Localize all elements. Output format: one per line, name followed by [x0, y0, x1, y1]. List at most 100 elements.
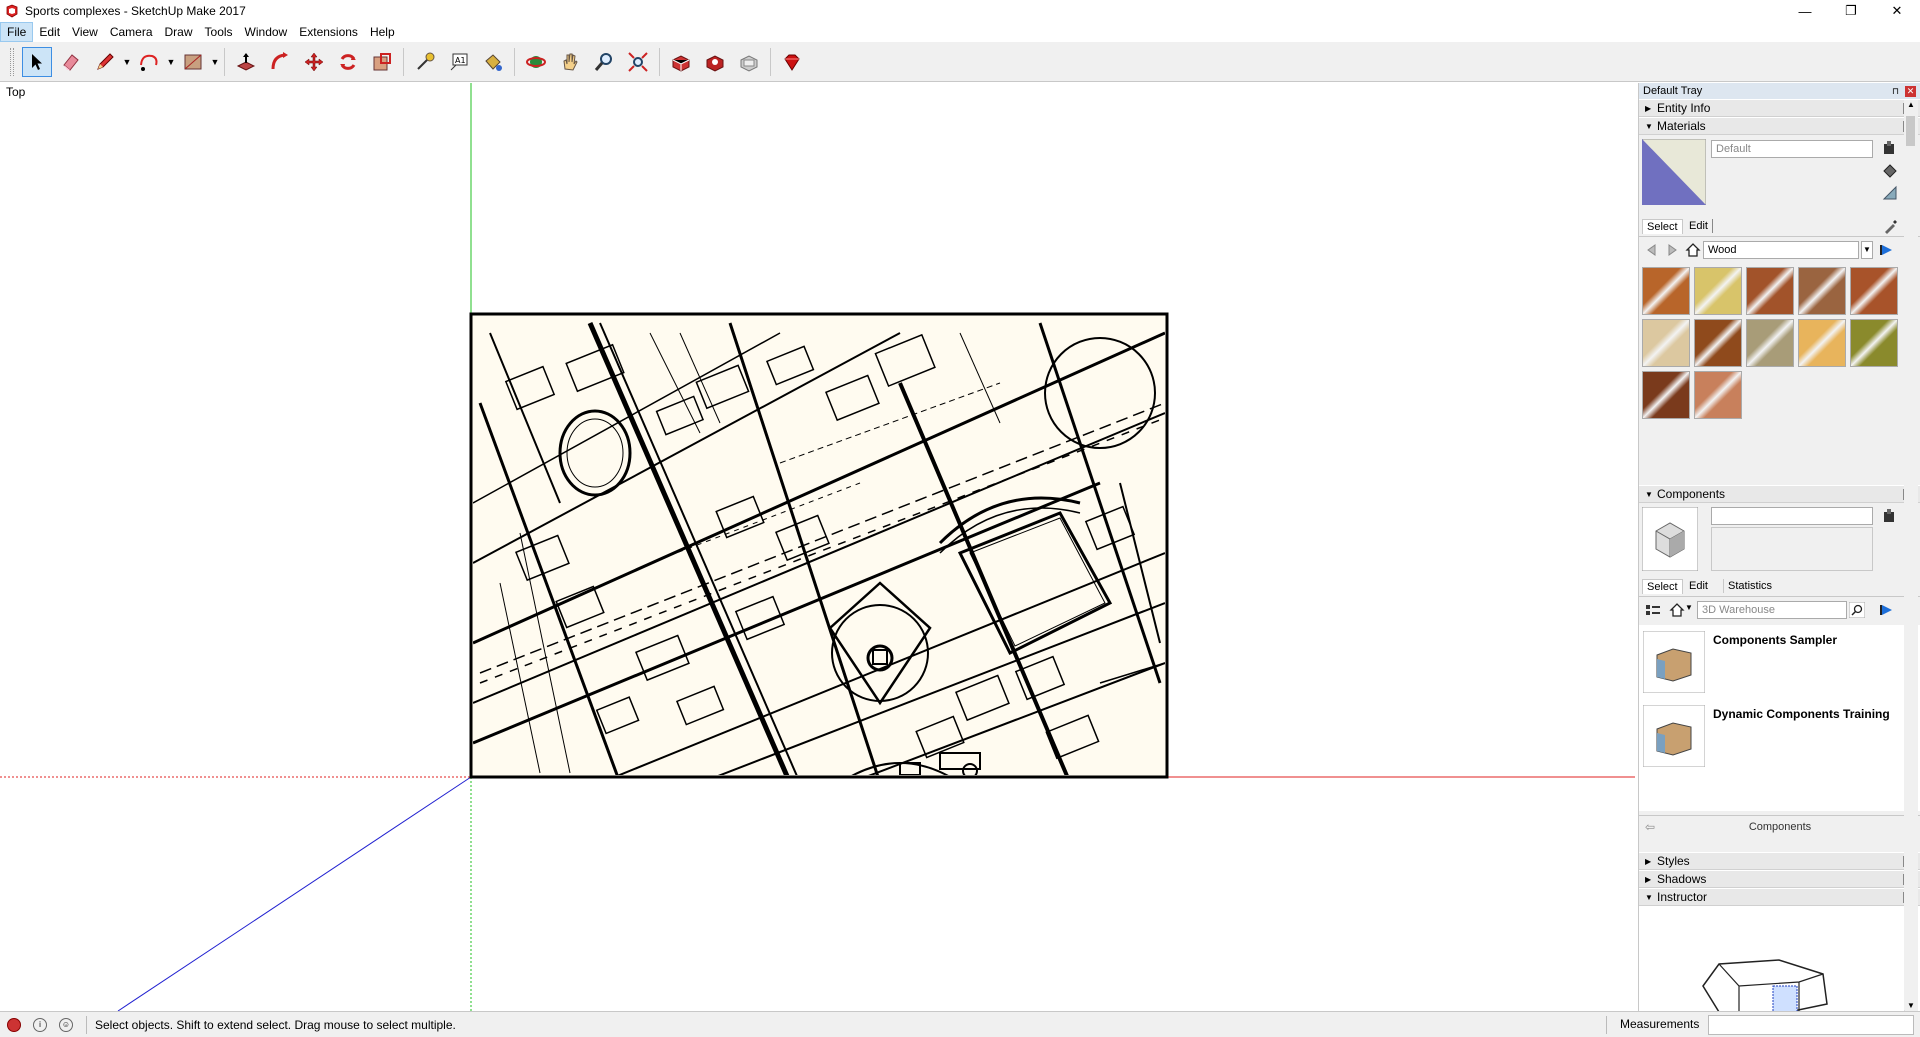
home-icon[interactable] — [1685, 242, 1701, 258]
title-bar: Sports complexes - SketchUp Make 2017 — … — [0, 0, 1920, 22]
materials-tab-select[interactable]: Select — [1642, 219, 1683, 234]
navigation-dropdown-icon[interactable]: ▼ — [1685, 603, 1693, 612]
restore-button[interactable]: ❐ — [1828, 0, 1874, 22]
styles-header[interactable]: ▶ Styles ✕ — [1639, 852, 1920, 870]
component-name-field[interactable] — [1711, 507, 1873, 525]
create-material-icon[interactable] — [1882, 141, 1896, 155]
components-back-icon[interactable]: ⇦ — [1645, 820, 1655, 834]
material-name-field[interactable]: Default — [1711, 140, 1873, 158]
3d-warehouse-button[interactable] — [666, 47, 696, 77]
layout-button[interactable] — [734, 47, 764, 77]
search-icon[interactable] — [1849, 602, 1865, 618]
components-tab-statistics[interactable]: Statistics — [1723, 579, 1776, 593]
tray-scroll-down-icon[interactable]: ▼ — [1904, 1001, 1918, 1010]
material-swatch[interactable] — [1746, 267, 1794, 315]
materials-header[interactable]: ▼ Materials ✕ — [1639, 117, 1920, 135]
scene-canvas[interactable] — [0, 83, 1635, 1011]
material-swatch[interactable] — [1798, 319, 1846, 367]
zoom-tool-button[interactable] — [589, 47, 619, 77]
menu-tools[interactable]: Tools — [199, 22, 239, 42]
component-search-input[interactable]: 3D Warehouse — [1697, 601, 1847, 619]
component-description-field[interactable] — [1711, 527, 1873, 571]
tape-measure-tool-button[interactable] — [410, 47, 440, 77]
move-tool-button[interactable] — [299, 47, 329, 77]
close-button[interactable]: ✕ — [1874, 0, 1920, 22]
material-swatch[interactable] — [1642, 267, 1690, 315]
instructor-header[interactable]: ▼ Instructor ✕ — [1639, 888, 1920, 906]
materials-tab-edit[interactable]: Edit — [1685, 219, 1713, 233]
menu-window[interactable]: Window — [239, 22, 294, 42]
scale-tool-button[interactable] — [367, 47, 397, 77]
menu-edit[interactable]: Edit — [33, 22, 66, 42]
menu-camera[interactable]: Camera — [104, 22, 159, 42]
pencil-dropdown[interactable]: ▼ — [122, 47, 132, 77]
material-swatch[interactable] — [1798, 267, 1846, 315]
details-arrow-icon[interactable] — [1879, 242, 1895, 258]
material-swatch[interactable] — [1694, 319, 1742, 367]
menu-draw[interactable]: Draw — [159, 22, 199, 42]
tray-title: Default Tray — [1643, 85, 1703, 97]
geo-location-icon[interactable] — [7, 1017, 21, 1032]
user-icon[interactable]: ☺ — [59, 1017, 73, 1032]
pencil-tool-button[interactable] — [90, 47, 120, 77]
site-map-image[interactable] — [469, 312, 1169, 841]
material-swatch[interactable] — [1850, 319, 1898, 367]
menu-file[interactable]: File — [0, 22, 34, 42]
material-library-select[interactable]: Wood — [1703, 241, 1859, 259]
view-options-icon[interactable] — [1645, 603, 1663, 617]
components-home-icon[interactable] — [1669, 602, 1685, 618]
minimize-button[interactable]: — — [1782, 0, 1828, 22]
tape-measure-icon — [417, 52, 435, 70]
material-swatch[interactable] — [1850, 267, 1898, 315]
select-tool-button[interactable] — [22, 46, 52, 77]
menu-view[interactable]: View — [66, 22, 104, 42]
material-swatch[interactable] — [1642, 319, 1690, 367]
components-details-arrow-icon[interactable] — [1879, 602, 1895, 618]
toolbar-grip[interactable] — [10, 47, 14, 76]
tray-scroll-up-icon[interactable]: ▲ — [1904, 100, 1918, 109]
components-tab-select[interactable]: Select — [1642, 579, 1683, 594]
menu-extensions[interactable]: Extensions — [293, 22, 364, 42]
paint-bucket-small-icon[interactable] — [1882, 163, 1898, 179]
shadows-header[interactable]: ▶ Shadows ✕ — [1639, 870, 1920, 888]
tray-scrollbar-thumb[interactable] — [1906, 116, 1915, 146]
forward-arrow-icon[interactable] — [1665, 243, 1679, 257]
credits-icon[interactable]: i — [33, 1017, 47, 1032]
orbit-tool-button[interactable] — [521, 47, 551, 77]
pan-tool-button[interactable] — [555, 47, 585, 77]
material-swatch[interactable] — [1746, 319, 1794, 367]
sample-paint-icon[interactable] — [1882, 185, 1898, 201]
extension-warehouse-button[interactable] — [700, 47, 730, 77]
follow-me-tool-button[interactable] — [265, 47, 295, 77]
push-pull-tool-button[interactable] — [231, 47, 261, 77]
measurements-input[interactable] — [1708, 1015, 1914, 1035]
arc-tool-button[interactable] — [134, 47, 164, 77]
eraser-tool-button[interactable] — [56, 47, 86, 77]
eyedropper-icon[interactable] — [1883, 218, 1899, 234]
menu-bar: File Edit View Camera Draw Tools Window … — [0, 22, 1920, 42]
back-arrow-icon[interactable] — [1645, 243, 1659, 257]
text-tool-button[interactable]: A1 — [444, 47, 474, 77]
ruby-console-button[interactable] — [777, 47, 807, 77]
component-details-icon[interactable] — [1882, 509, 1896, 523]
components-header[interactable]: ▼ Components ✕ — [1639, 485, 1920, 503]
tray-scrollbar[interactable]: ▲ ▼ — [1904, 100, 1918, 1010]
modeling-viewport[interactable]: Top — [0, 83, 1635, 1011]
rectangle-dropdown[interactable]: ▼ — [210, 47, 220, 77]
zoom-extents-tool-button[interactable] — [623, 47, 653, 77]
menu-help[interactable]: Help — [364, 22, 401, 42]
material-swatch[interactable] — [1694, 267, 1742, 315]
component-item-dynamic-training[interactable]: Dynamic Components Training — [1642, 704, 1890, 770]
material-swatch[interactable] — [1694, 371, 1742, 419]
components-tab-edit[interactable]: Edit — [1685, 579, 1712, 593]
material-swatch[interactable] — [1642, 371, 1690, 419]
paint-bucket-tool-button[interactable] — [478, 47, 508, 77]
arc-dropdown[interactable]: ▼ — [166, 47, 176, 77]
tray-pin-icon[interactable]: ⊓ — [1892, 86, 1899, 97]
rotate-tool-button[interactable] — [333, 47, 363, 77]
rectangle-tool-button[interactable] — [178, 47, 208, 77]
library-dropdown-icon[interactable]: ▼ — [1861, 241, 1873, 259]
eraser-icon — [63, 53, 79, 71]
entity-info-header[interactable]: ▶ Entity Info ✕ — [1639, 99, 1920, 117]
component-item-sampler[interactable]: Components Sampler — [1642, 630, 1837, 696]
